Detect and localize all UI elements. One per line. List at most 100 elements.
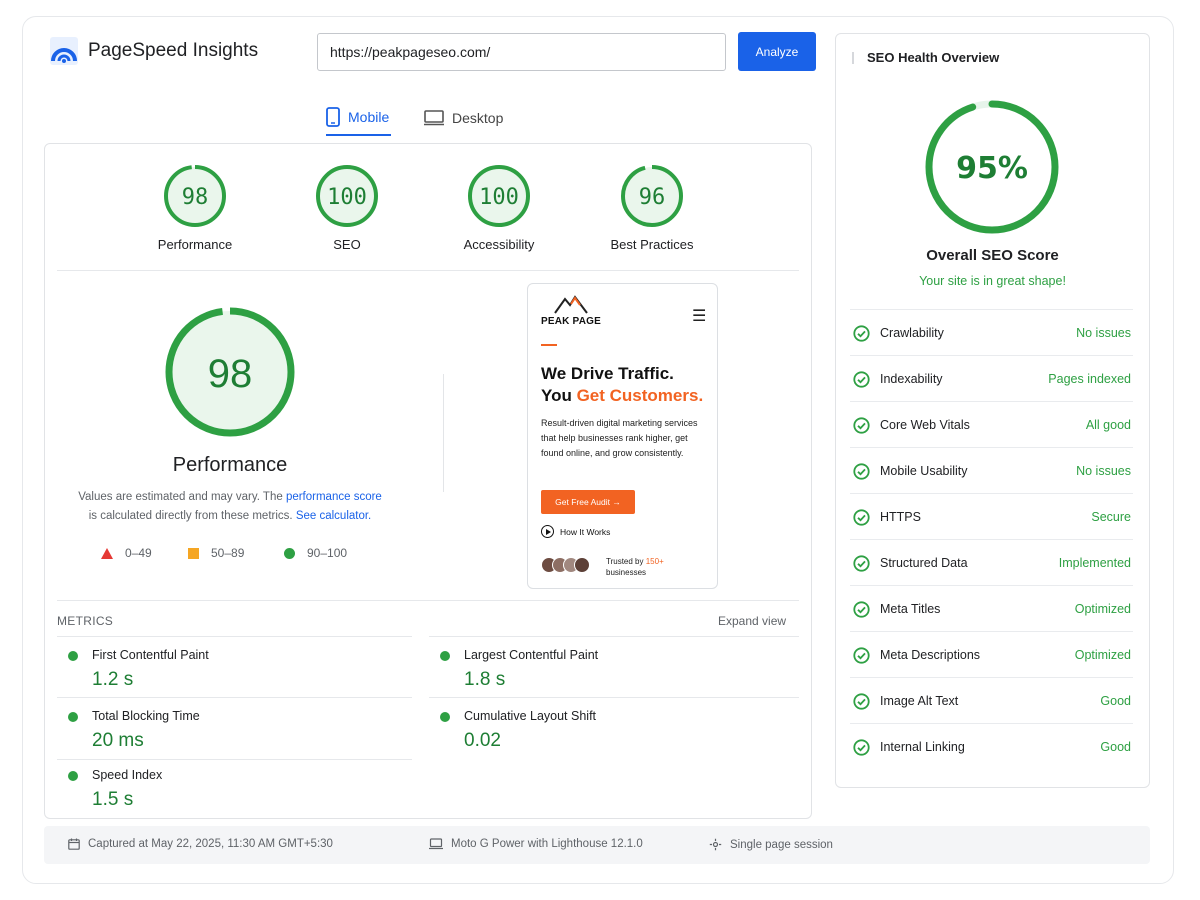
check-status: Optimized <box>1074 648 1131 662</box>
check-status: All good <box>1085 418 1131 432</box>
seo-score-value: 95% <box>956 151 1028 186</box>
check-status: No issues <box>1076 326 1131 340</box>
how-it-works-label: How It Works <box>560 526 611 537</box>
gauge-accessibility-label: Accessibility <box>463 237 535 252</box>
note-text-2: is calculated directly from these metric… <box>88 510 296 522</box>
pass-dot-icon <box>440 651 450 661</box>
check-row-core-web-vitals[interactable]: Core Web Vitals All good <box>850 401 1133 447</box>
avatar-group <box>541 557 590 573</box>
metric-speed-index: Speed Index 1.5 s <box>57 759 412 810</box>
check-row-https[interactable]: HTTPS Secure <box>850 493 1133 539</box>
legend-pass: 90–100 <box>284 546 347 560</box>
mobile-screenshot-preview[interactable]: PEAK PAGE ☰ We Drive Traffic. You Get Cu… <box>527 283 718 589</box>
pass-dot-icon <box>68 771 78 781</box>
section-marker <box>852 52 854 64</box>
footer-device-text: Moto G Power with Lighthouse 12.1.0 <box>451 838 643 850</box>
metric-cumulative-layout-shift: Cumulative Layout Shift 0.02 <box>429 697 799 751</box>
note-text: Values are estimated and may vary. The <box>78 491 286 503</box>
footer-captured: Captured at May 22, 2025, 11:30 AM GMT+5… <box>68 838 333 850</box>
check-status: Good <box>1100 694 1131 708</box>
legend-average: 50–89 <box>188 546 244 560</box>
check-label: Core Web Vitals <box>880 418 970 432</box>
gauge-best-practices-label: Best Practices <box>610 237 694 252</box>
check-circle-icon <box>853 417 870 434</box>
trusted-text: Trusted by 150+ businesses <box>606 556 664 578</box>
metric-value: 1.8 s <box>464 669 506 690</box>
seo-health-title: SEO Health Overview <box>867 50 1000 65</box>
analyze-button[interactable]: Analyze <box>738 32 816 71</box>
check-label: Meta Titles <box>880 602 941 616</box>
gauge-best-practices[interactable]: 96 Best Practices <box>587 163 717 252</box>
check-row-crawlability[interactable]: Crawlability No issues <box>850 309 1133 355</box>
check-row-mobile-usability[interactable]: Mobile Usability No issues <box>850 447 1133 493</box>
metric-value: 20 ms <box>92 730 144 751</box>
preview-brand: PEAK PAGE <box>541 316 601 327</box>
calendar-icon <box>68 838 80 850</box>
check-circle-icon <box>853 601 870 618</box>
check-label: Meta Descriptions <box>880 648 981 662</box>
divider <box>57 270 799 271</box>
gauge-best-practices-ring: 96 <box>621 165 683 227</box>
metric-value: 1.2 s <box>92 669 134 690</box>
gauge-best-practices-value: 96 <box>639 185 666 210</box>
check-row-indexability[interactable]: Indexability Pages indexed <box>850 355 1133 401</box>
see-calculator-link[interactable]: See calculator. <box>296 510 371 522</box>
check-row-structured-data[interactable]: Structured Data Implemented <box>850 539 1133 585</box>
check-row-image-alt-text[interactable]: Image Alt Text Good <box>850 677 1133 723</box>
seo-score-message: Your site is in great shape! <box>919 274 1066 288</box>
metric-label: Speed Index <box>92 768 163 782</box>
gauge-seo-label: SEO <box>333 237 361 252</box>
performance-big-value: 98 <box>208 352 253 396</box>
vertical-divider <box>443 374 444 492</box>
how-it-works-link: How It Works <box>541 525 610 538</box>
tab-desktop[interactable]: Desktop <box>424 100 503 136</box>
legend-average-range: 50–89 <box>211 546 245 560</box>
divider <box>57 600 799 601</box>
pass-dot-icon <box>68 651 78 661</box>
check-status: Secure <box>1091 510 1131 524</box>
check-label: Mobile Usability <box>880 464 968 478</box>
check-row-meta-titles[interactable]: Meta Titles Optimized <box>850 585 1133 631</box>
tab-mobile[interactable]: Mobile <box>326 100 392 136</box>
hamburger-menu-icon: ☰ <box>692 308 707 325</box>
mobile-phone-icon <box>326 107 340 127</box>
hero-highlight: Get Customers. <box>576 386 704 405</box>
check-label: Internal Linking <box>880 740 965 754</box>
laptop-icon <box>429 838 443 850</box>
check-label: Image Alt Text <box>880 694 959 708</box>
check-circle-icon <box>853 739 870 756</box>
app-title: PageSpeed Insights <box>88 40 259 61</box>
desktop-monitor-icon <box>424 110 444 126</box>
check-status: No issues <box>1076 464 1131 478</box>
gauge-performance-ring: 98 <box>164 165 226 227</box>
check-label: Indexability <box>880 372 943 386</box>
check-label: Crawlability <box>880 326 944 340</box>
check-circle-icon <box>853 463 870 480</box>
check-row-meta-descriptions[interactable]: Meta Descriptions Optimized <box>850 631 1133 677</box>
get-free-audit-button: Get Free Audit → <box>541 490 635 514</box>
pass-dot-icon <box>440 712 450 722</box>
play-icon <box>541 525 554 538</box>
check-row-internal-linking[interactable]: Internal Linking Good <box>850 723 1133 769</box>
check-circle-icon <box>853 509 870 526</box>
gauge-performance-value: 98 <box>182 185 209 210</box>
preview-hero-line1: We Drive Traffic. <box>541 364 674 383</box>
gauge-accessibility-value: 100 <box>479 185 519 210</box>
performance-note: Values are estimated and may vary. The p… <box>70 488 390 526</box>
footer-session-text: Single page session <box>730 838 833 851</box>
gauge-seo-ring: 100 <box>316 165 378 227</box>
performance-title: Performance <box>172 454 288 476</box>
session-icon <box>709 838 722 851</box>
check-status: Pages indexed <box>1048 372 1131 386</box>
metric-value: 0.02 <box>464 730 501 751</box>
gauge-accessibility[interactable]: 100 Accessibility <box>434 163 564 252</box>
performance-big-gauge: 98 <box>165 307 295 437</box>
performance-score-link[interactable]: performance score <box>286 491 382 503</box>
gauge-seo[interactable]: 100 SEO <box>282 163 412 252</box>
preview-hero-line2: You Get Customers. <box>541 386 703 406</box>
tab-mobile-label: Mobile <box>348 109 390 125</box>
gauge-performance[interactable]: 98 Performance <box>130 163 260 252</box>
check-status: Good <box>1100 740 1131 754</box>
expand-view-link[interactable]: Expand view <box>718 614 786 628</box>
url-input[interactable] <box>317 33 726 71</box>
